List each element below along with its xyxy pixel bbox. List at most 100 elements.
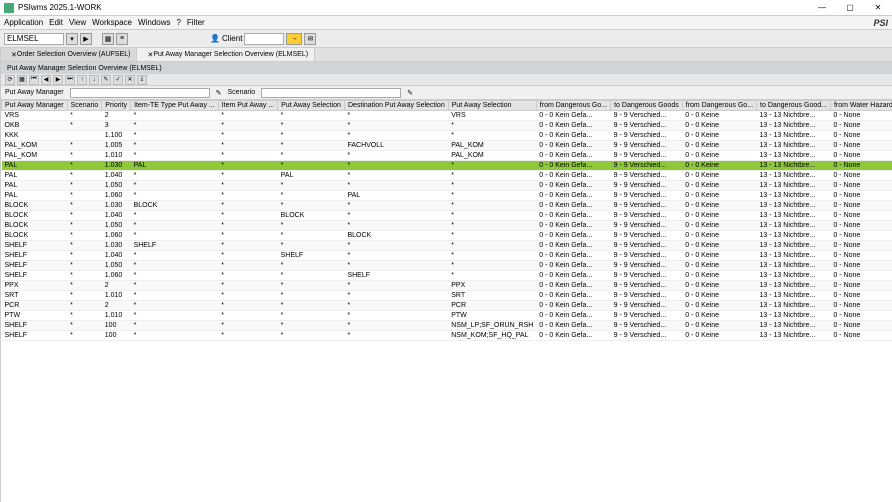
column-header[interactable]: Put Away Manager (2, 101, 68, 111)
table-row[interactable]: PAL_KOM*1.005***FACHVOLLPAL_KOM0 - 0 Kei… (2, 141, 892, 151)
search-input[interactable] (4, 33, 64, 45)
grid-nav-prev-icon[interactable]: ◀ (41, 75, 51, 85)
minimize-button[interactable]: — (812, 3, 832, 12)
menu-view[interactable]: View (69, 18, 86, 27)
table-cell: * (131, 251, 219, 261)
table-cell: 9 - 9 Verschied... (611, 321, 683, 331)
filter-edit-icon-2[interactable]: ✎ (407, 89, 413, 97)
table-cell: BLOCK (131, 201, 219, 211)
table-cell: 13 - 13 Nichtbre... (757, 171, 831, 181)
table-cell: * (218, 271, 277, 281)
table-cell: 13 - 13 Nichtbre... (757, 111, 831, 121)
column-header[interactable]: to Dangerous Good... (757, 101, 831, 111)
table-row[interactable]: PAL_KOM*1.010****PAL_KOM0 - 0 Kein Gefa.… (2, 151, 892, 161)
table-cell: * (344, 261, 448, 271)
table-cell: * (218, 311, 277, 321)
table-row[interactable]: KKK1.100*****0 - 0 Kein Gefa...9 - 9 Ver… (2, 131, 892, 141)
table-row[interactable]: SRT*1.010****SRT0 - 0 Kein Gefa...9 - 9 … (2, 291, 892, 301)
table-cell: * (448, 191, 536, 201)
toolbar-btn-1[interactable]: ▦ (102, 33, 114, 45)
table-row[interactable]: SHELF*1.040**SHELF**0 - 0 Kein Gefa...9 … (2, 251, 892, 261)
table-cell: PAL (2, 171, 68, 181)
table-cell: SHELF (2, 251, 68, 261)
table-row[interactable]: BLOCK*1.030BLOCK****0 - 0 Kein Gefa...9 … (2, 201, 892, 211)
client-go-button[interactable]: → (286, 33, 302, 45)
menu-workspace[interactable]: Workspace (92, 18, 132, 27)
grid-filter-icon[interactable]: ▦ (17, 75, 27, 85)
table-cell: * (131, 171, 219, 181)
table-cell: * (278, 281, 345, 291)
column-header[interactable]: from Water Hazard Class (830, 101, 892, 111)
table-cell: 0 - None (830, 131, 892, 141)
search-dropdown-icon[interactable]: ▾ (66, 33, 78, 45)
toolbar-btn-2[interactable]: ≡ (116, 33, 128, 45)
column-header[interactable]: Item-TE Type Put Away ... (131, 101, 219, 111)
column-header[interactable]: from Dangerous Go... (682, 101, 756, 111)
grid-sort-asc-icon[interactable]: ↑ (77, 75, 87, 85)
menu-help[interactable]: ? (176, 18, 180, 27)
menu-windows[interactable]: Windows (138, 18, 170, 27)
grid-check-icon[interactable]: ✓ (113, 75, 123, 85)
table-row[interactable]: BLOCK*1.050*****0 - 0 Kein Gefa...9 - 9 … (2, 221, 892, 231)
table-row[interactable]: BLOCK*1.040**BLOCK**0 - 0 Kein Gefa...9 … (2, 211, 892, 221)
table-row[interactable]: PPX*2****PPX0 - 0 Kein Gefa...9 - 9 Vers… (2, 281, 892, 291)
table-cell: 0 - None (830, 171, 892, 181)
client-input[interactable] (244, 33, 284, 45)
table-row[interactable]: PTW*1.010****PTW0 - 0 Kein Gefa...9 - 9 … (2, 311, 892, 321)
table-cell: * (448, 131, 536, 141)
table-row[interactable]: PAL*1.050*****0 - 0 Kein Gefa...9 - 9 Ve… (2, 181, 892, 191)
table-row[interactable]: SHELF*100****NSM_KOM;SF_HQ_PAL0 - 0 Kein… (2, 331, 892, 341)
table-row[interactable]: SHELF*1.060***SHELF*0 - 0 Kein Gefa...9 … (2, 271, 892, 281)
grid-nav-last-icon[interactable]: ⏭ (65, 75, 75, 85)
tab-put-away-manager[interactable]: ✕Put Away Manager Selection Overview (EL… (137, 48, 315, 61)
table-row[interactable]: SHELF*1.050*****0 - 0 Kein Gefa...9 - 9 … (2, 261, 892, 271)
grid-sort-desc-icon[interactable]: ↓ (89, 75, 99, 85)
grid-export-icon[interactable]: ⤓ (137, 75, 147, 85)
table-cell: 9 - 9 Verschied... (611, 201, 683, 211)
grid[interactable]: Put Away ManagerScenarioPriorityItem-TE … (1, 100, 892, 502)
table-row[interactable]: PAL*1.030PAL****0 - 0 Kein Gefa...9 - 9 … (2, 161, 892, 171)
grid-delete-icon[interactable]: ✕ (125, 75, 135, 85)
table-cell: * (278, 271, 345, 281)
filter-edit-icon-1[interactable]: ✎ (216, 89, 222, 97)
column-header[interactable]: Put Away Selection (448, 101, 536, 111)
table-row[interactable]: BLOCK*1.060***BLOCK*0 - 0 Kein Gefa...9 … (2, 231, 892, 241)
table-row[interactable]: PAL*1.060***PAL*0 - 0 Kein Gefa...9 - 9 … (2, 191, 892, 201)
table-cell: * (218, 331, 277, 341)
table-row[interactable]: VRS*2****VRS0 - 0 Kein Gefa...9 - 9 Vers… (2, 111, 892, 121)
menu-edit[interactable]: Edit (49, 18, 63, 27)
toolbar-play-icon[interactable]: ▶ (80, 33, 92, 45)
table-cell: * (448, 271, 536, 281)
table-cell: PAL_KOM (448, 141, 536, 151)
table-row[interactable]: SHELF*100****NSM_LP;SF_ORUN_RSH0 - 0 Kei… (2, 321, 892, 331)
column-header[interactable]: Destination Put Away Selection (344, 101, 448, 111)
close-button[interactable]: ✕ (868, 3, 888, 12)
column-header[interactable]: Priority (102, 101, 131, 111)
grid-nav-next-icon[interactable]: ▶ (53, 75, 63, 85)
table-cell: 13 - 13 Nichtbre... (757, 161, 831, 171)
table-row[interactable]: SHELF*1.030SHELF****0 - 0 Kein Gefa...9 … (2, 241, 892, 251)
table-cell: 0 - None (830, 161, 892, 171)
maximize-button[interactable]: ▢ (840, 3, 860, 12)
table-cell: * (131, 121, 219, 131)
column-header[interactable]: Put Away Selection (278, 101, 345, 111)
menu-application[interactable]: Application (4, 18, 43, 27)
table-row[interactable]: PAL*1.040**PAL**0 - 0 Kein Gefa...9 - 9 … (2, 171, 892, 181)
table-row[interactable]: PCR*2****PCR0 - 0 Kein Gefa...9 - 9 Vers… (2, 301, 892, 311)
table-row[interactable]: OKB*3*****0 - 0 Kein Gefa...9 - 9 Versch… (2, 121, 892, 131)
filter-input-put-away[interactable] (70, 88, 210, 98)
column-header[interactable]: to Dangerous Goods (611, 101, 683, 111)
table-cell: * (278, 121, 345, 131)
menu-filter[interactable]: Filter (187, 18, 205, 27)
grid-edit-icon[interactable]: ✎ (101, 75, 111, 85)
column-header[interactable]: from Dangerous Go... (536, 101, 610, 111)
filter-input-scenario[interactable] (261, 88, 401, 98)
grid-refresh-icon[interactable]: ⟳ (5, 75, 15, 85)
column-header[interactable]: Scenario (67, 101, 102, 111)
table-cell: 0 - 0 Keine (682, 121, 756, 131)
table-cell: * (278, 161, 345, 171)
tab-order-selection[interactable]: ✕Order Selection Overview (AUFSEL) (1, 48, 137, 61)
column-header[interactable]: Item Put Away ... (218, 101, 277, 111)
grid-nav-first-icon[interactable]: ⏮ (29, 75, 39, 85)
client-mail-icon[interactable]: ✉ (304, 33, 316, 45)
